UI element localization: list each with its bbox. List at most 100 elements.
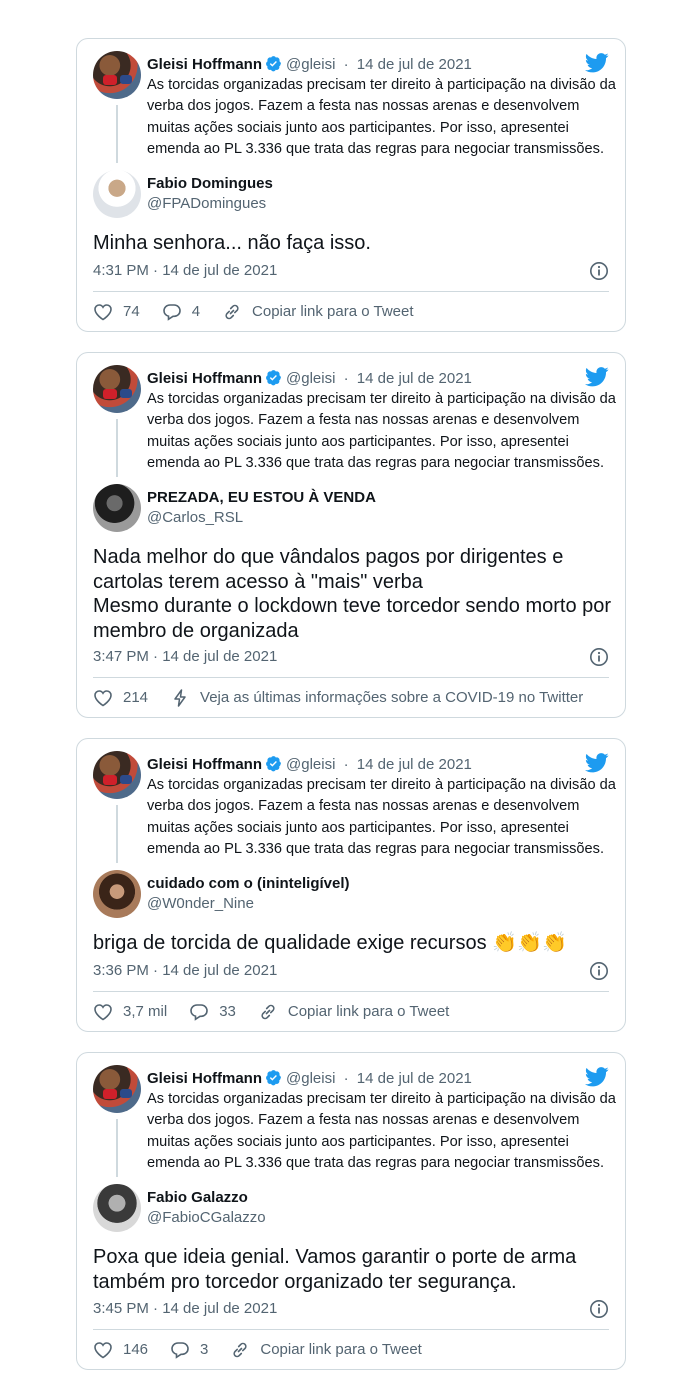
reply-tweet-card[interactable]: Gleisi Hoffmann @gleisi · 14 de jul de 20… bbox=[76, 738, 626, 1032]
avatar[interactable] bbox=[93, 51, 141, 99]
author-name[interactable]: Gleisi Hoffmann bbox=[147, 756, 262, 773]
reply-tweet-card[interactable]: Gleisi Hoffmann @gleisi · 14 de jul de 20… bbox=[76, 38, 626, 332]
twitter-bird-icon[interactable] bbox=[585, 367, 609, 387]
author-name[interactable]: Gleisi Hoffmann bbox=[147, 56, 262, 73]
twitter-bird-icon[interactable] bbox=[585, 753, 609, 773]
reply-author-name[interactable]: Fabio Galazzo bbox=[147, 1188, 248, 1208]
author-handle[interactable]: @gleisi bbox=[286, 1070, 335, 1087]
verified-badge-icon bbox=[265, 369, 282, 386]
timestamp[interactable]: 3:36 PM · 14 de jul de 2021 bbox=[93, 961, 277, 981]
avatar[interactable] bbox=[93, 870, 141, 918]
reply-button[interactable]: 4 bbox=[162, 302, 200, 322]
reply-text: briga de torcida de qualidade exige recu… bbox=[93, 931, 613, 956]
twitter-bird-icon[interactable] bbox=[585, 53, 609, 73]
heart-icon bbox=[93, 302, 113, 322]
separator: · bbox=[343, 1070, 349, 1087]
separator: · bbox=[343, 56, 349, 73]
reply-author[interactable]: cuidado com o (ininteligível) @W0nder_Ni… bbox=[93, 870, 613, 918]
avatar[interactable] bbox=[93, 365, 141, 413]
info-icon[interactable] bbox=[589, 1299, 609, 1319]
divider bbox=[93, 677, 609, 678]
like-count: 214 bbox=[123, 689, 149, 706]
reply-author[interactable]: Fabio Galazzo @FabioCGalazzo bbox=[93, 1184, 613, 1232]
heart-icon bbox=[93, 1340, 113, 1360]
link-icon bbox=[258, 1002, 278, 1022]
reply-author-name[interactable]: cuidado com o (ininteligível) bbox=[147, 874, 350, 894]
copy-link-label: Copiar link para o Tweet bbox=[287, 1003, 450, 1020]
avatar[interactable] bbox=[93, 1065, 141, 1113]
author-handle[interactable]: @gleisi bbox=[286, 56, 335, 73]
thread-line bbox=[116, 805, 118, 863]
quoted-tweet-text: As torcidas organizadas precisam ter dir… bbox=[147, 77, 616, 157]
reply-text: Nada melhor do que vândalos pagos por di… bbox=[93, 546, 612, 642]
author-name[interactable]: Gleisi Hoffmann bbox=[147, 1070, 262, 1087]
copy-link-button[interactable]: Copiar link para o Tweet bbox=[222, 302, 414, 322]
divider bbox=[93, 991, 609, 992]
info-icon[interactable] bbox=[589, 961, 609, 981]
reply-author[interactable]: PREZADA, EU ESTOU À VENDA @Carlos_RSL bbox=[93, 484, 613, 532]
reply-button[interactable]: 3 bbox=[170, 1340, 208, 1360]
quoted-tweet-text: As torcidas organizadas precisam ter dir… bbox=[147, 777, 616, 857]
like-button[interactable]: 146 bbox=[93, 1340, 148, 1360]
verified-badge-icon bbox=[265, 755, 282, 772]
thread-line bbox=[116, 1119, 118, 1177]
reply-tweet-card[interactable]: Gleisi Hoffmann @gleisi · 14 de jul de 20… bbox=[76, 1052, 626, 1370]
divider bbox=[93, 291, 609, 292]
timestamp[interactable]: 3:45 PM · 14 de jul de 2021 bbox=[93, 1299, 277, 1319]
timestamp[interactable]: 3:47 PM · 14 de jul de 2021 bbox=[93, 647, 277, 667]
action-bar: 146 3 Copiar link para o Tweet bbox=[93, 1338, 444, 1362]
reply-text: Poxa que ideia genial. Vamos garantir o … bbox=[93, 1246, 577, 1293]
author-name[interactable]: Gleisi Hoffmann bbox=[147, 370, 262, 387]
quoted-tweet-text: As torcidas organizadas precisam ter dir… bbox=[147, 1091, 616, 1171]
info-icon[interactable] bbox=[589, 261, 609, 281]
tweet-date[interactable]: 14 de jul de 2021 bbox=[357, 1070, 472, 1087]
author-handle[interactable]: @gleisi bbox=[286, 370, 335, 387]
reply-bubble-icon bbox=[162, 302, 182, 322]
avatar[interactable] bbox=[93, 1184, 141, 1232]
reply-author-handle[interactable]: @Carlos_RSL bbox=[147, 508, 243, 528]
avatar[interactable] bbox=[93, 170, 141, 218]
reply-tweet-card[interactable]: Gleisi Hoffmann @gleisi · 14 de jul de 20… bbox=[76, 352, 626, 718]
like-count: 74 bbox=[123, 303, 140, 320]
reply-author-handle[interactable]: @FPADomingues bbox=[147, 194, 266, 214]
link-icon bbox=[222, 302, 242, 322]
reply-author-handle[interactable]: @FabioCGalazzo bbox=[147, 1208, 266, 1228]
tweet-date[interactable]: 14 de jul de 2021 bbox=[357, 756, 472, 773]
reply-text: Minha senhora... não faça isso. bbox=[93, 232, 371, 254]
like-count: 146 bbox=[123, 1341, 149, 1358]
reply-author-handle[interactable]: @W0nder_Nine bbox=[147, 894, 254, 914]
reply-author-name[interactable]: PREZADA, EU ESTOU À VENDA bbox=[147, 488, 376, 508]
copy-link-label: Copiar link para o Tweet bbox=[260, 1341, 422, 1358]
covid-info-link[interactable]: Veja as últimas informações sobre a COVI… bbox=[170, 688, 583, 708]
twitter-bird-icon[interactable] bbox=[585, 1067, 609, 1087]
reply-button[interactable]: 33 bbox=[189, 1002, 236, 1022]
heart-icon bbox=[93, 1002, 113, 1022]
avatar[interactable] bbox=[93, 751, 141, 799]
reply-author-name[interactable]: Fabio Domingues bbox=[147, 174, 273, 194]
divider bbox=[93, 1329, 609, 1330]
copy-link-button[interactable]: Copiar link para o Tweet bbox=[230, 1340, 422, 1360]
reply-count: 4 bbox=[191, 303, 201, 320]
author-handle[interactable]: @gleisi bbox=[286, 756, 335, 773]
verified-badge-icon bbox=[265, 1069, 282, 1086]
heart-icon bbox=[93, 688, 113, 708]
like-button[interactable]: 74 bbox=[93, 302, 140, 322]
info-icon[interactable] bbox=[589, 647, 609, 667]
action-bar: 214 Veja as últimas informações sobre a … bbox=[93, 686, 605, 710]
tweet-date[interactable]: 14 de jul de 2021 bbox=[357, 370, 472, 387]
tweet-date[interactable]: 14 de jul de 2021 bbox=[357, 56, 472, 73]
like-count: 3,7 mil bbox=[123, 1003, 168, 1020]
like-button[interactable]: 3,7 mil bbox=[93, 1002, 167, 1022]
link-icon bbox=[230, 1340, 250, 1360]
like-button[interactable]: 214 bbox=[93, 688, 148, 708]
timestamp[interactable]: 4:31 PM · 14 de jul de 2021 bbox=[93, 261, 277, 281]
separator: · bbox=[343, 756, 349, 773]
bolt-icon bbox=[170, 688, 190, 708]
reply-count: 33 bbox=[219, 1003, 236, 1020]
copy-link-button[interactable]: Copiar link para o Tweet bbox=[258, 1002, 449, 1022]
thread-line bbox=[116, 105, 118, 163]
thread-line bbox=[116, 419, 118, 477]
quoted-tweet-text: As torcidas organizadas precisam ter dir… bbox=[147, 391, 616, 471]
avatar[interactable] bbox=[93, 484, 141, 532]
reply-author[interactable]: Fabio Domingues @FPADomingues bbox=[93, 170, 613, 218]
